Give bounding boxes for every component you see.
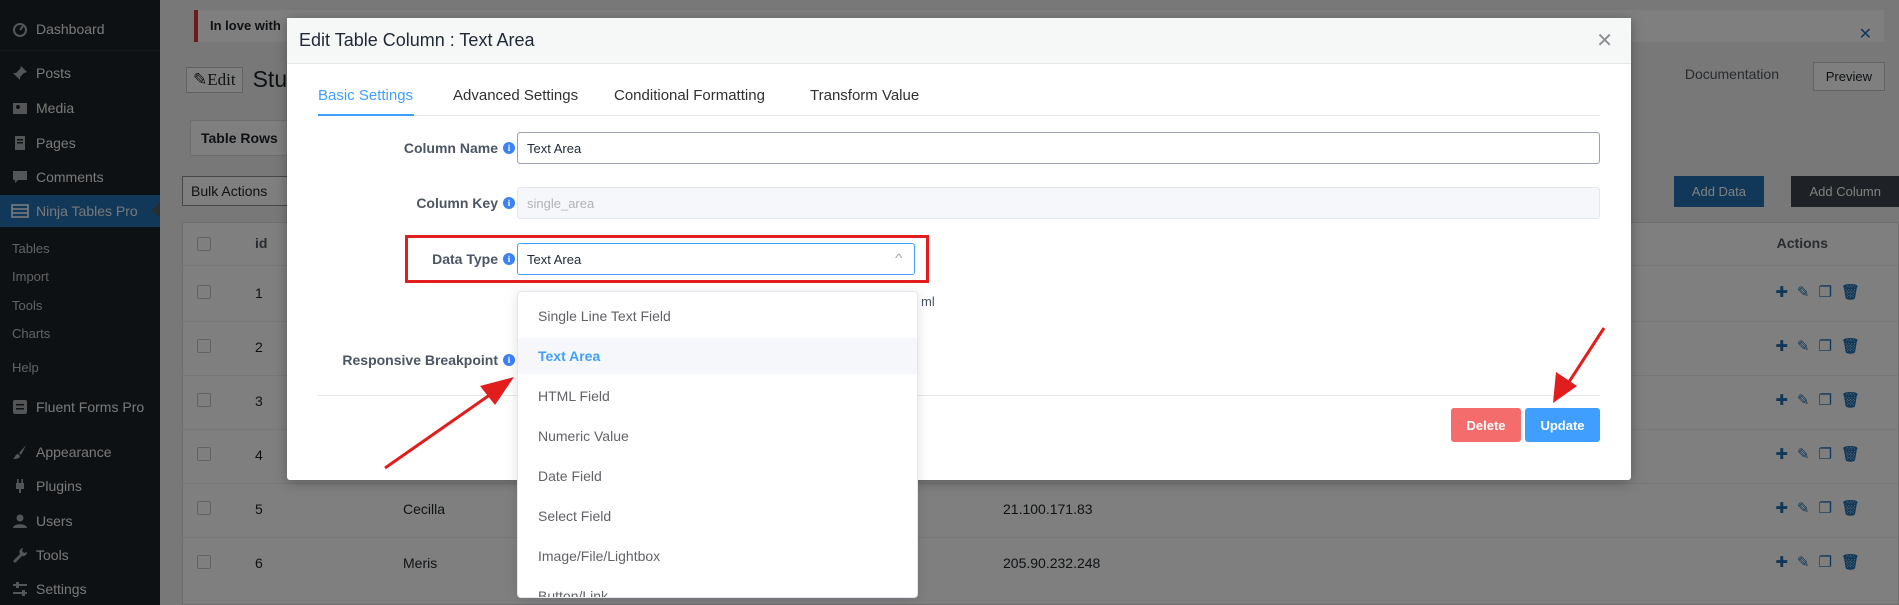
delete-button[interactable]: Delete (1451, 408, 1521, 442)
option-html-field[interactable]: HTML Field (518, 378, 917, 414)
modal-header: Edit Table Column : Text Area ✕ (287, 18, 1631, 64)
label-text: Column Name (403, 140, 498, 156)
info-icon[interactable]: i (503, 354, 515, 366)
info-icon[interactable]: i (503, 197, 515, 209)
column-name-label: Column Name i (404, 140, 515, 156)
option-image-file-lightbox[interactable]: Image/File/Lightbox (518, 538, 917, 574)
option-button-link[interactable]: Button/Link (518, 578, 917, 597)
modal-title: Edit Table Column : Text Area (299, 30, 535, 50)
label-text: Responsive Breakpoint (342, 352, 498, 368)
chevron-up-icon: ^ (895, 251, 903, 265)
option-single-line-text-field[interactable]: Single Line Text Field (518, 298, 917, 334)
option-select-field[interactable]: Select Field (518, 498, 917, 534)
column-key-input[interactable]: single_area (517, 187, 1600, 219)
responsive-breakpoint-label: Responsive Breakpoint i (342, 352, 515, 368)
data-type-select[interactable]: Text Area ^ (517, 243, 915, 275)
label-text: Column Key (416, 195, 498, 211)
data-type-hint: ml (921, 294, 935, 309)
option-date-field[interactable]: Date Field (518, 458, 917, 494)
option-text-area[interactable]: Text Area (518, 338, 917, 374)
update-button[interactable]: Update (1525, 408, 1600, 442)
column-key-label: Column Key i (416, 195, 515, 211)
edit-column-modal: Edit Table Column : Text Area ✕ Basic Se… (287, 18, 1631, 480)
info-icon[interactable]: i (503, 142, 515, 154)
selected-value: Text Area (527, 252, 582, 267)
data-type-dropdown: Single Line Text Field Text Area HTML Fi… (517, 291, 918, 598)
footer-divider (318, 395, 1600, 396)
tab-transform-value[interactable]: Transform Value (810, 84, 919, 116)
tab-conditional-formatting[interactable]: Conditional Formatting (614, 84, 765, 116)
tab-advanced-settings[interactable]: Advanced Settings (453, 84, 578, 116)
tab-basic-settings[interactable]: Basic Settings (318, 84, 414, 116)
close-icon[interactable]: ✕ (1596, 28, 1613, 53)
column-name-input[interactable]: Text Area (517, 132, 1600, 164)
settings-tabs: Basic Settings Advanced Settings Conditi… (318, 84, 1600, 116)
option-numeric-value[interactable]: Numeric Value (518, 418, 917, 454)
